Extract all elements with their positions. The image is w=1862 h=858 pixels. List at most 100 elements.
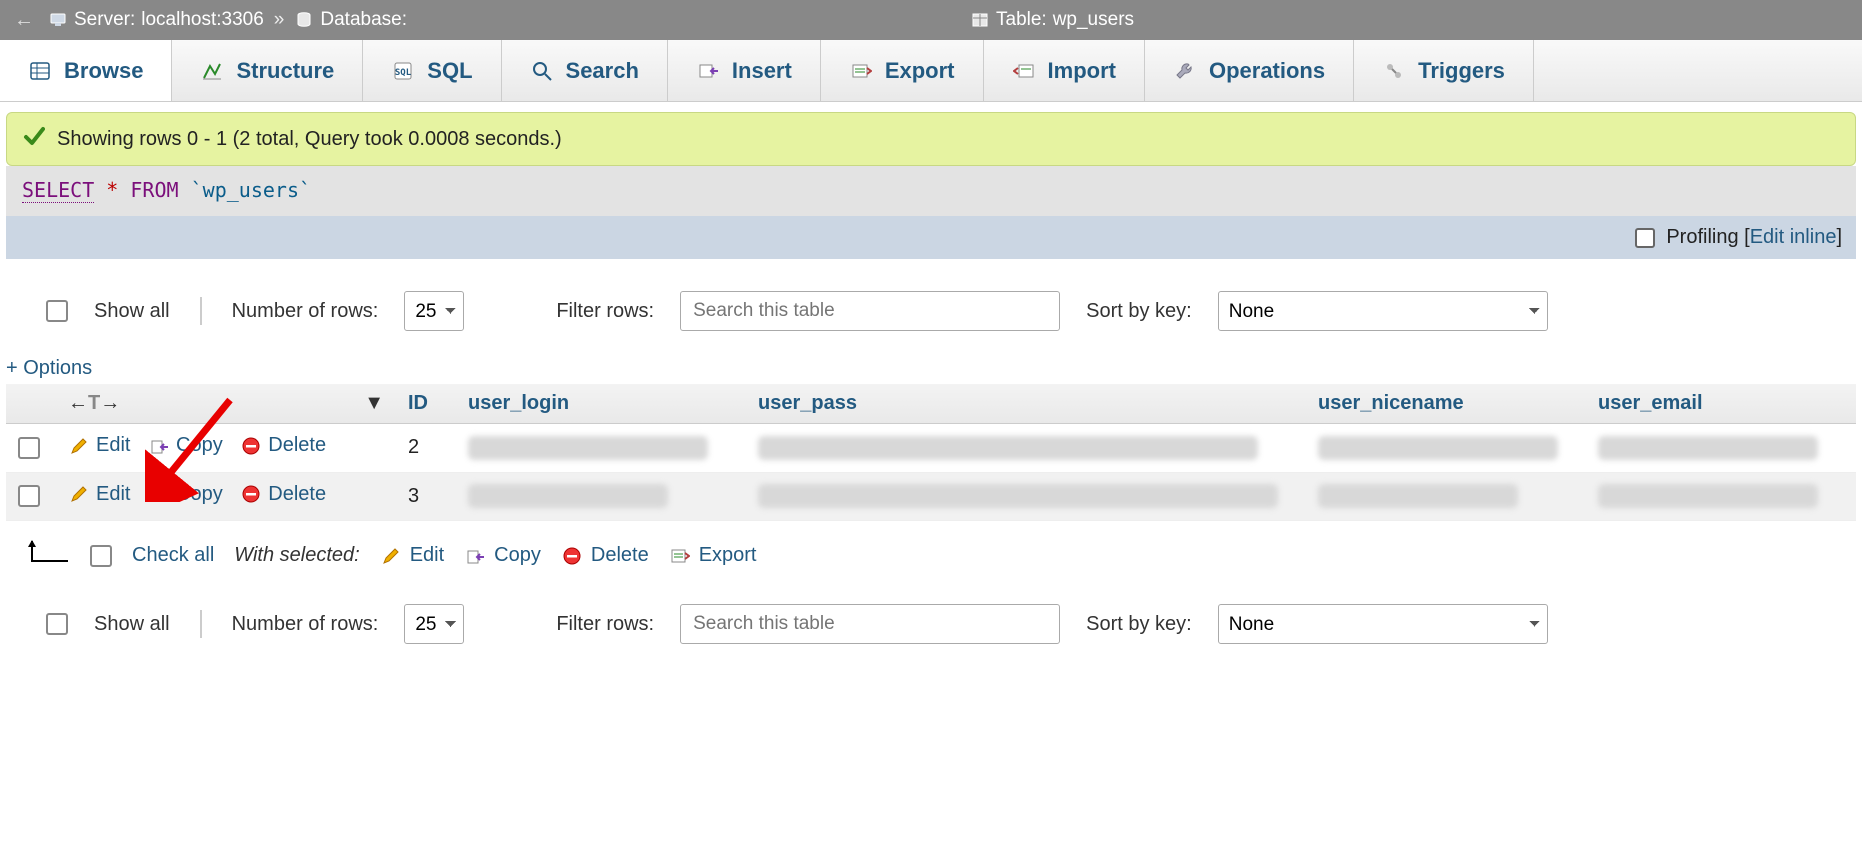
delete-icon — [240, 435, 262, 457]
show-all-checkbox-bottom[interactable] — [46, 613, 68, 635]
tab-insert[interactable]: Insert — [668, 40, 821, 101]
check-all-checkbox[interactable] — [90, 545, 112, 567]
num-rows-select[interactable]: 25 — [404, 291, 464, 331]
filter-rows-label: Filter rows: — [556, 300, 654, 323]
cell-user-email[interactable] — [1586, 424, 1856, 473]
delete-icon — [240, 483, 262, 505]
row-edit-link[interactable]: Edit — [68, 483, 130, 506]
structure-icon — [200, 59, 224, 83]
row-edit-link[interactable]: Edit — [68, 434, 130, 457]
tab-triggers[interactable]: Triggers — [1354, 40, 1534, 101]
sql-keyword-from: FROM — [130, 178, 178, 202]
row-copy-link[interactable]: Copy — [148, 434, 223, 457]
table-row: Edit Copy Delete 3 — [6, 472, 1856, 521]
tab-operations-label: Operations — [1209, 58, 1325, 84]
col-user-nicename[interactable]: user_nicename — [1306, 384, 1586, 424]
breadcrumb-database[interactable]: Database: — [294, 9, 413, 31]
cell-id[interactable]: 3 — [396, 472, 456, 521]
table-controls-bottom: Show all Number of rows: 25 Filter rows:… — [0, 590, 1862, 658]
filter-rows-input[interactable] — [680, 291, 1060, 331]
tab-search-label: Search — [566, 58, 639, 84]
import-icon — [1012, 59, 1036, 83]
breadcrumb-sep: » — [270, 9, 289, 31]
divider — [200, 610, 202, 638]
edit-inline-link[interactable]: Edit inline — [1750, 226, 1837, 248]
tab-export[interactable]: Export — [821, 40, 984, 101]
sort-by-key-label-bottom: Sort by key: — [1086, 613, 1192, 636]
success-text: Showing rows 0 - 1 (2 total, Query took … — [57, 128, 562, 151]
row-delete-link[interactable]: Delete — [240, 434, 326, 457]
tab-operations[interactable]: Operations — [1145, 40, 1354, 101]
back-arrow[interactable]: ← — [6, 9, 42, 32]
col-nav-right-icon: → — [100, 392, 120, 414]
cell-user-pass[interactable] — [746, 424, 1306, 473]
insert-icon — [696, 59, 720, 83]
breadcrumb-table[interactable]: Table: wp_users — [970, 9, 1134, 31]
export-icon — [669, 545, 691, 567]
bulk-copy-link[interactable]: Copy — [464, 544, 541, 567]
delete-icon — [561, 545, 583, 567]
with-selected-label: With selected: — [234, 544, 359, 567]
tab-insert-label: Insert — [732, 58, 792, 84]
database-icon — [294, 10, 314, 30]
bulk-edit-link[interactable]: Edit — [380, 544, 444, 567]
sort-by-key-select-bottom[interactable]: None — [1218, 604, 1548, 644]
sql-icon: SQL — [391, 59, 415, 83]
tab-structure[interactable]: Structure — [172, 40, 363, 101]
cell-user-nicename[interactable] — [1306, 472, 1586, 521]
breadcrumb-server-label: Server: — [74, 9, 135, 31]
show-all-label: Show all — [94, 300, 170, 323]
cell-user-login[interactable] — [456, 424, 746, 473]
col-nav-left-icon: ← — [68, 392, 88, 414]
col-id[interactable]: ID — [396, 384, 456, 424]
check-all-link[interactable]: Check all — [132, 544, 214, 567]
bulk-export-link[interactable]: Export — [669, 544, 757, 567]
sql-query-box: SELECT * FROM `wp_users` — [6, 166, 1856, 216]
select-up-arrow-icon — [24, 537, 70, 574]
copy-icon — [464, 545, 486, 567]
breadcrumb-table-label: Table: — [996, 9, 1047, 31]
tab-import-label: Import — [1048, 58, 1116, 84]
bulk-delete-link[interactable]: Delete — [561, 544, 649, 567]
pencil-icon — [68, 483, 90, 505]
row-checkbox[interactable] — [18, 485, 40, 507]
col-user-login[interactable]: user_login — [456, 384, 746, 424]
profiling-label: Profiling — [1666, 226, 1738, 248]
tab-import[interactable]: Import — [984, 40, 1145, 101]
sql-keyword-select: SELECT — [22, 178, 94, 203]
filter-rows-input-bottom[interactable] — [680, 604, 1060, 644]
tabbar: Browse Structure SQL SQL Search Insert E… — [0, 40, 1862, 102]
cell-user-login[interactable] — [456, 472, 746, 521]
row-delete-link[interactable]: Delete — [240, 483, 326, 506]
profiling-checkbox[interactable] — [1635, 228, 1655, 248]
results-table: ←T→ ▼ ID user_login user_pass user_nicen… — [6, 384, 1856, 521]
sort-by-key-select[interactable]: None — [1218, 291, 1548, 331]
breadcrumb-server[interactable]: Server: localhost:3306 — [48, 9, 264, 31]
num-rows-select-bottom[interactable]: 25 — [404, 604, 464, 644]
tab-browse-label: Browse — [64, 58, 143, 84]
bulk-actions-row: Check all With selected: Edit Copy Delet… — [0, 521, 1862, 590]
check-icon — [23, 125, 45, 153]
col-user-pass[interactable]: user_pass — [746, 384, 1306, 424]
copy-icon — [148, 435, 170, 457]
sql-footer: Profiling [Edit inline] — [6, 216, 1856, 259]
triggers-icon — [1382, 59, 1406, 83]
cell-id[interactable]: 2 — [396, 424, 456, 473]
tab-search[interactable]: Search — [502, 40, 668, 101]
breadcrumb-table-value: wp_users — [1053, 9, 1134, 31]
tab-sql[interactable]: SQL SQL — [363, 40, 501, 101]
cell-user-nicename[interactable] — [1306, 424, 1586, 473]
cell-user-email[interactable] — [1586, 472, 1856, 521]
svg-text:SQL: SQL — [395, 68, 412, 78]
row-copy-link[interactable]: Copy — [148, 483, 223, 506]
row-checkbox[interactable] — [18, 437, 40, 459]
show-all-checkbox[interactable] — [46, 300, 68, 322]
tab-browse[interactable]: Browse — [0, 40, 172, 101]
cell-user-pass[interactable] — [746, 472, 1306, 521]
col-user-email[interactable]: user_email — [1586, 384, 1856, 424]
tab-triggers-label: Triggers — [1418, 58, 1505, 84]
num-rows-label-bottom: Number of rows: — [232, 613, 379, 636]
options-link[interactable]: + Options — [0, 357, 98, 380]
col-actions[interactable]: ←T→ ▼ — [56, 384, 396, 424]
server-icon — [48, 10, 68, 30]
